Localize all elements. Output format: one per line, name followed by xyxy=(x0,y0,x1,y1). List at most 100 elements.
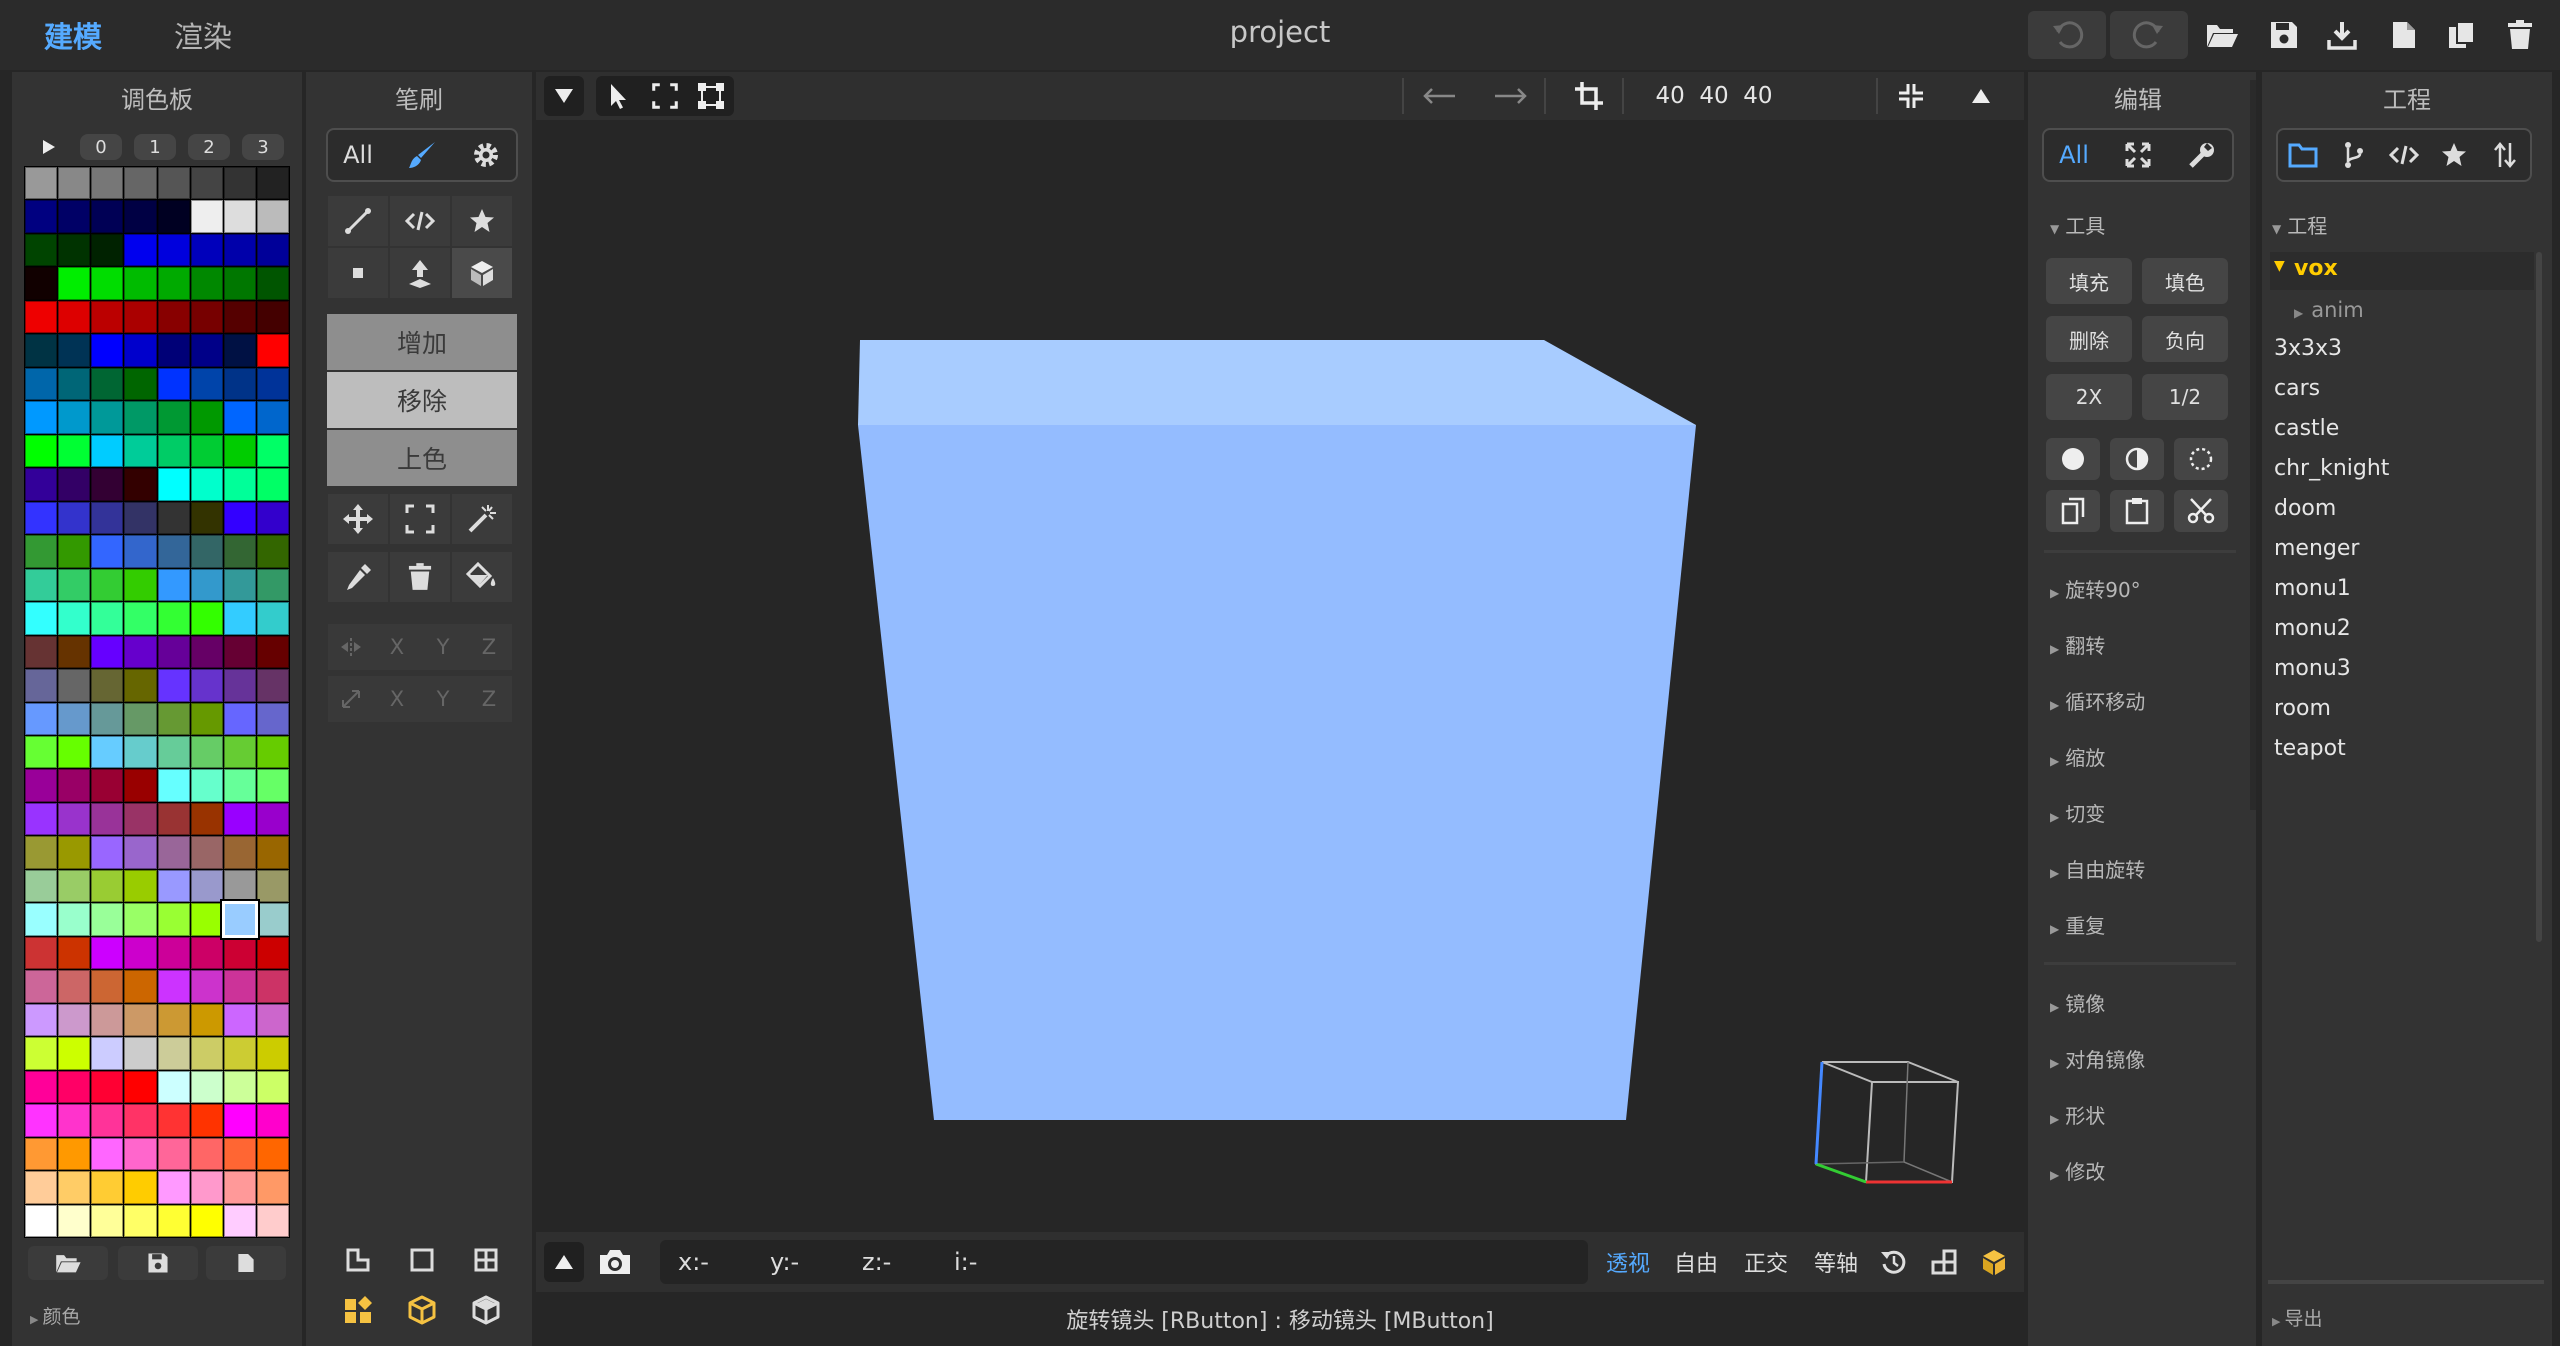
half-selection-button[interactable] xyxy=(2110,438,2164,480)
palette-swatch[interactable] xyxy=(256,300,289,334)
project-scrollbar[interactable] xyxy=(2536,252,2542,942)
scale-2x-button[interactable]: 2X xyxy=(2046,374,2132,420)
mode-paint-button[interactable]: 上色 xyxy=(327,430,517,486)
view-perspective-button[interactable]: 透视 xyxy=(1600,1242,1656,1282)
project-favorites-button[interactable] xyxy=(2432,133,2476,177)
palette-swatch[interactable] xyxy=(157,267,190,300)
export-button[interactable] xyxy=(2320,13,2364,57)
palette-swatch[interactable] xyxy=(190,1171,223,1204)
palette-swatch[interactable] xyxy=(223,1070,256,1104)
palette-swatch[interactable] xyxy=(124,167,157,200)
widgets-button[interactable] xyxy=(338,1290,378,1330)
palette-swatch[interactable] xyxy=(25,735,58,769)
palette-swatch[interactable] xyxy=(58,635,91,669)
palette-swatch[interactable] xyxy=(58,735,91,769)
palette-new-button[interactable] xyxy=(206,1246,286,1280)
palette-swatch[interactable] xyxy=(124,769,157,802)
palette-swatch[interactable] xyxy=(256,200,289,233)
palette-swatch[interactable] xyxy=(256,535,289,568)
palette-swatch[interactable] xyxy=(124,1204,157,1237)
palette-swatch[interactable] xyxy=(58,669,91,702)
palette-swatch[interactable] xyxy=(157,1003,190,1037)
palette-swatch[interactable] xyxy=(223,836,256,869)
palette-swatch[interactable] xyxy=(124,936,157,970)
palette-swatch[interactable] xyxy=(190,334,223,367)
redo-button[interactable] xyxy=(2110,11,2188,59)
project-code-button[interactable] xyxy=(2382,133,2426,177)
palette-swatch[interactable] xyxy=(223,233,256,267)
palette-swatch[interactable] xyxy=(124,200,157,233)
project-tree-button[interactable] xyxy=(2332,133,2376,177)
palette-swatch[interactable] xyxy=(91,735,124,769)
brush-filter-all[interactable]: All xyxy=(328,130,388,180)
palette-swatch[interactable] xyxy=(223,635,256,669)
palette-swatch[interactable] xyxy=(157,535,190,568)
paste-button[interactable] xyxy=(2110,490,2164,532)
reset-camera-button[interactable] xyxy=(1874,1242,1914,1282)
palette-swatch[interactable] xyxy=(91,1204,124,1237)
screenshot-button[interactable] xyxy=(592,1242,638,1282)
palette-swatch[interactable] xyxy=(190,869,223,903)
palette-swatch[interactable] xyxy=(223,501,256,535)
history-back-button[interactable] xyxy=(1416,76,1462,116)
palette-swatch[interactable] xyxy=(58,167,91,200)
palette-swatch[interactable] xyxy=(58,334,91,367)
palette-open-button[interactable] xyxy=(28,1246,108,1280)
palette-swatch[interactable] xyxy=(223,869,256,903)
delete-voxels-button[interactable]: 删除 xyxy=(2046,316,2132,362)
palette-swatch[interactable] xyxy=(157,936,190,970)
palette-swatch[interactable] xyxy=(58,367,91,401)
palette-swatch[interactable] xyxy=(157,669,190,702)
palette-swatch[interactable] xyxy=(25,1137,58,1171)
palette-swatch[interactable] xyxy=(190,1003,223,1037)
view-ortho-button[interactable]: 正交 xyxy=(1738,1242,1794,1282)
palette-swatch[interactable] xyxy=(25,836,58,869)
grid-toggle-button[interactable] xyxy=(1924,1242,1964,1282)
palette-swatch[interactable] xyxy=(157,802,190,836)
palette-swatch[interactable] xyxy=(256,167,289,200)
brush-code-button[interactable] xyxy=(390,196,450,246)
palette-swatch[interactable] xyxy=(58,802,91,836)
palette-swatch[interactable] xyxy=(223,769,256,802)
palette-swatch[interactable] xyxy=(58,702,91,735)
palette-swatch[interactable] xyxy=(25,1003,58,1037)
palette-swatch[interactable] xyxy=(25,869,58,903)
palette-swatch[interactable] xyxy=(190,200,223,233)
edit-scrollbar[interactable] xyxy=(2250,80,2256,810)
palette-swatch[interactable] xyxy=(58,468,91,501)
palette-tab-1[interactable]: 1 xyxy=(134,134,176,160)
palette-swatch[interactable] xyxy=(124,501,157,535)
palette-swatch[interactable] xyxy=(190,401,223,434)
palette-swatch[interactable] xyxy=(223,334,256,367)
orientation-gizmo[interactable] xyxy=(1808,1032,1968,1192)
palette-swatch[interactable] xyxy=(190,802,223,836)
palette-swatch[interactable] xyxy=(223,970,256,1003)
mirror-z-toggle[interactable]: Z xyxy=(466,624,512,670)
project-item[interactable]: monu1 xyxy=(2274,576,2351,612)
palette-swatch[interactable] xyxy=(91,300,124,334)
palette-swatch[interactable] xyxy=(25,367,58,401)
palette-swatch[interactable] xyxy=(190,936,223,970)
palette-swatch[interactable] xyxy=(25,233,58,267)
palette-swatch[interactable] xyxy=(157,702,190,735)
palette-swatch[interactable] xyxy=(190,836,223,869)
palette-swatch[interactable] xyxy=(25,535,58,568)
rotate90-section[interactable]: ▶ 旋转90° xyxy=(2050,574,2141,604)
palette-swatch[interactable] xyxy=(157,869,190,903)
new-file-button[interactable] xyxy=(2382,13,2426,57)
palette-swatch[interactable] xyxy=(25,1171,58,1204)
layout-button-1[interactable] xyxy=(338,1240,378,1280)
palette-swatch[interactable] xyxy=(223,1137,256,1171)
project-item[interactable]: cars xyxy=(2274,376,2320,412)
brush-star-button[interactable] xyxy=(452,196,512,246)
palette-swatch[interactable] xyxy=(58,769,91,802)
palette-swatch[interactable] xyxy=(223,568,256,602)
project-item[interactable]: teapot xyxy=(2274,736,2346,772)
fit-view-button[interactable] xyxy=(1888,76,1934,116)
palette-swatch[interactable] xyxy=(157,1171,190,1204)
outline-cube-button[interactable] xyxy=(402,1290,442,1330)
palette-swatch[interactable] xyxy=(223,200,256,233)
palette-swatch[interactable] xyxy=(157,233,190,267)
palette-swatch[interactable] xyxy=(58,300,91,334)
palette-swatch[interactable] xyxy=(58,501,91,535)
